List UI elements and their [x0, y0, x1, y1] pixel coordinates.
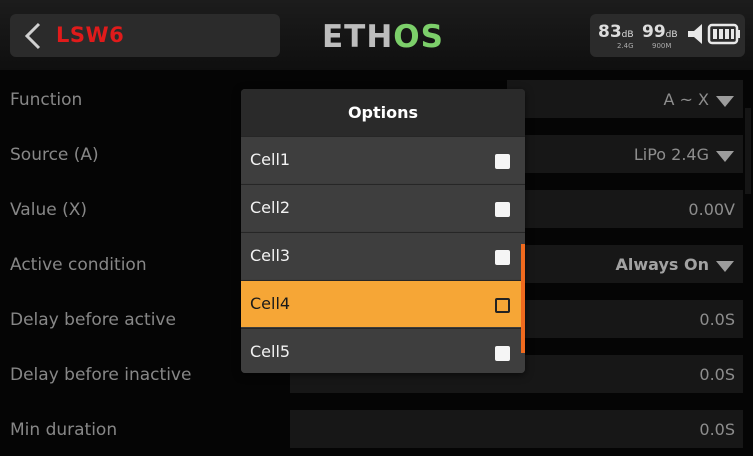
checkbox-icon[interactable]	[495, 154, 510, 169]
option-cell4[interactable]: Cell4	[241, 280, 525, 327]
speaker-icon[interactable]	[688, 23, 706, 45]
option-label: Cell3	[250, 246, 291, 265]
battery-icon	[707, 23, 740, 45]
popup-scrollbar[interactable]	[521, 244, 525, 353]
option-cell1[interactable]: Cell1	[241, 136, 525, 183]
logo-text-os: OS	[393, 19, 444, 55]
rssi-900m-unit: dB	[665, 30, 678, 40]
option-label: Cell1	[250, 150, 291, 169]
header-bar: LSW6 ETHOS 83dB 2.4G 99dB 900M	[0, 0, 753, 70]
back-arrow-icon[interactable]	[20, 20, 48, 52]
popup-title: Options	[241, 89, 525, 136]
checkbox-icon[interactable]	[495, 298, 510, 313]
option-label: Cell4	[250, 294, 291, 313]
option-cell2[interactable]: Cell2	[241, 184, 525, 231]
options-popup: Options Cell1 Cell2 Cell3 Cell4 Cell5	[241, 89, 525, 373]
option-cell3[interactable]: Cell3	[241, 232, 525, 279]
ethos-screen: LSW6 ETHOS 83dB 2.4G 99dB 900M Function …	[0, 0, 753, 456]
option-label: Cell2	[250, 198, 291, 217]
checkbox-icon[interactable]	[495, 202, 510, 217]
checkbox-icon[interactable]	[495, 250, 510, 265]
rssi-900m: 99dB	[642, 22, 678, 42]
rssi-2g4-value: 83	[598, 22, 622, 42]
rssi-2g4-unit: dB	[621, 30, 634, 40]
rssi-2g4-band: 2.4G	[617, 42, 634, 50]
back-button[interactable]	[10, 14, 280, 57]
ethos-logo: ETHOS	[322, 19, 444, 55]
logo-text-eth: ETH	[322, 19, 394, 55]
page-title: LSW6	[56, 23, 125, 47]
option-label: Cell5	[250, 342, 291, 361]
rssi-900m-value: 99	[642, 22, 666, 42]
checkbox-icon[interactable]	[495, 346, 510, 361]
rssi-2g4: 83dB	[598, 22, 634, 42]
rssi-900m-band: 900M	[652, 42, 672, 50]
option-cell5[interactable]: Cell5	[241, 328, 525, 373]
